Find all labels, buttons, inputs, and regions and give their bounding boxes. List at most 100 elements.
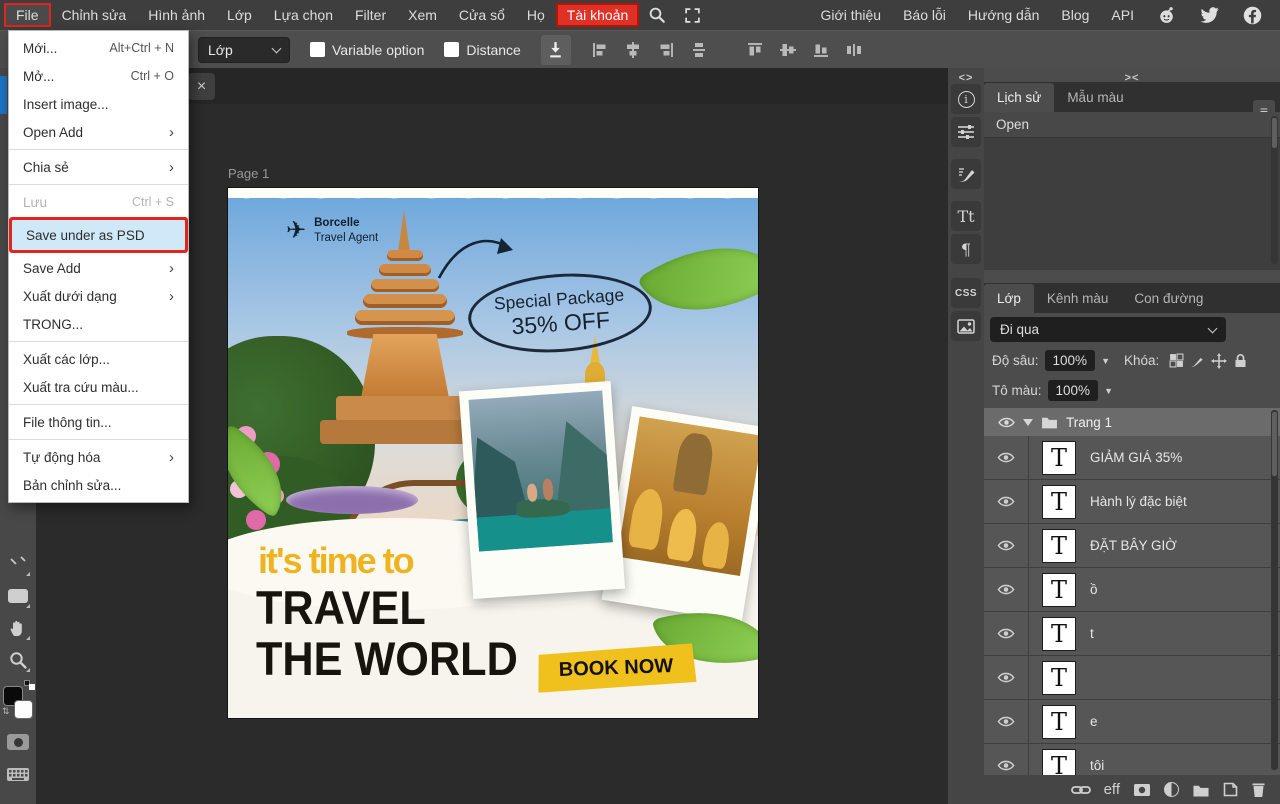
- menu-learn[interactable]: Hướng dẫn: [959, 3, 1048, 27]
- text-layer-thumbnail[interactable]: T: [1042, 749, 1076, 776]
- visibility-eye-icon[interactable]: [998, 416, 1015, 429]
- poster-page[interactable]: ✈ BorcelleTravel Agent Special Package 3…: [228, 188, 758, 718]
- file-menu-save-as-psd[interactable]: Save under as PSD: [12, 220, 185, 250]
- menu-image[interactable]: Hình ảnh: [137, 3, 216, 27]
- opacity-dropdown-icon[interactable]: ▼: [1101, 356, 1110, 366]
- group-name[interactable]: Trang 1: [1066, 415, 1112, 430]
- file-menu-export-as[interactable]: Xuất dưới dạng›: [9, 282, 188, 310]
- checkbox[interactable]: [444, 42, 459, 57]
- layer-row[interactable]: T e: [984, 700, 1280, 744]
- delete-layer-icon[interactable]: [1251, 782, 1266, 798]
- file-menu-export-layers[interactable]: Xuất các lớp...: [9, 345, 188, 373]
- text-layer-thumbnail[interactable]: T: [1042, 485, 1076, 519]
- visibility-eye-icon[interactable]: [984, 451, 1028, 464]
- visibility-eye-icon[interactable]: [984, 627, 1028, 640]
- layer-effects-button[interactable]: eff: [1104, 781, 1120, 798]
- file-menu-export-lut[interactable]: Xuất tra cứu màu...: [9, 373, 188, 401]
- quick-mask-tool[interactable]: [4, 728, 32, 756]
- menu-api[interactable]: API: [1102, 3, 1143, 27]
- distribute-horizontal-icon[interactable]: [845, 41, 863, 59]
- visibility-eye-icon[interactable]: [984, 583, 1028, 596]
- lock-transparency-icon[interactable]: [1169, 353, 1184, 368]
- variable-option-checkbox[interactable]: Variable option: [310, 42, 424, 58]
- link-layers-icon[interactable]: [1071, 784, 1091, 796]
- menu-window[interactable]: Cửa sổ: [448, 3, 516, 27]
- character-panel-button[interactable]: Tt: [951, 201, 981, 231]
- menu-view[interactable]: Xem: [397, 3, 448, 27]
- opacity-value[interactable]: 100%: [1045, 350, 1096, 371]
- reddit-icon[interactable]: [1156, 5, 1177, 25]
- lock-all-icon[interactable]: [1233, 353, 1248, 368]
- twitter-icon[interactable]: [1199, 5, 1220, 25]
- visibility-eye-icon[interactable]: [984, 715, 1028, 728]
- swap-colors-icon[interactable]: ⇅: [2, 706, 10, 717]
- blend-mode-select[interactable]: Đi qua: [990, 317, 1226, 342]
- menu-select[interactable]: Lựa chọn: [263, 3, 344, 27]
- layer-row[interactable]: T GIẢM GIÁ 35%: [984, 436, 1280, 480]
- align-left-icon[interactable]: [591, 41, 609, 59]
- menu-file[interactable]: File: [4, 3, 51, 27]
- menu-layer[interactable]: Lớp: [216, 3, 263, 27]
- expand-triangle-icon[interactable]: [1023, 419, 1033, 426]
- visibility-eye-icon[interactable]: [984, 539, 1028, 552]
- file-menu-new[interactable]: Mới...Alt+Ctrl + N: [9, 34, 188, 62]
- lock-pixels-icon[interactable]: [1190, 353, 1205, 368]
- layer-name[interactable]: ồ: [1090, 582, 1098, 597]
- menu-about[interactable]: Giới thiệu: [812, 3, 891, 27]
- visibility-eye-icon[interactable]: [984, 495, 1028, 508]
- menu-account[interactable]: Tài khoản: [556, 3, 639, 27]
- search-icon[interactable]: [648, 6, 666, 24]
- tab-layers[interactable]: Lớp: [984, 284, 1034, 313]
- css-panel-button[interactable]: css: [951, 278, 981, 308]
- lock-position-icon[interactable]: [1211, 353, 1227, 369]
- file-menu-share[interactable]: Chia sẻ›: [9, 153, 188, 181]
- fill-value[interactable]: 100%: [1048, 380, 1099, 401]
- layer-row[interactable]: T Hành lý đặc biệt: [984, 480, 1280, 524]
- zoom-tool[interactable]: [4, 646, 32, 674]
- distribute-vertical-icon[interactable]: [690, 41, 708, 59]
- color-swatches[interactable]: ⇅: [2, 680, 34, 722]
- layer-row[interactable]: T t: [984, 612, 1280, 656]
- background-color[interactable]: [14, 700, 33, 719]
- text-layer-thumbnail[interactable]: T: [1042, 573, 1076, 607]
- menu-filter[interactable]: Filter: [344, 3, 397, 27]
- text-layer-thumbnail[interactable]: T: [1042, 705, 1076, 739]
- text-layer-thumbnail[interactable]: T: [1042, 661, 1076, 695]
- file-menu-file-info[interactable]: File thông tin...: [9, 408, 188, 436]
- layer-row[interactable]: T: [984, 656, 1280, 700]
- menu-report[interactable]: Báo lỗi: [894, 3, 955, 27]
- file-menu-save-add[interactable]: Save Add›: [9, 254, 188, 282]
- fill-dropdown-icon[interactable]: ▼: [1104, 386, 1113, 396]
- fullscreen-icon[interactable]: [684, 7, 701, 24]
- visibility-eye-icon[interactable]: [984, 759, 1028, 772]
- text-layer-thumbnail[interactable]: T: [1042, 529, 1076, 563]
- add-mask-icon[interactable]: [1133, 783, 1151, 797]
- new-layer-icon[interactable]: [1223, 782, 1238, 797]
- text-layer-thumbnail[interactable]: T: [1042, 441, 1076, 475]
- file-menu-trong[interactable]: TRONG...: [9, 310, 188, 338]
- tab-paths[interactable]: Con đường: [1121, 284, 1216, 313]
- keyboard-shortcuts-icon[interactable]: [4, 760, 32, 788]
- layer-name[interactable]: ĐẶT BÂY GIỜ: [1090, 538, 1177, 553]
- file-menu-script[interactable]: Bản chỉnh sửa...: [9, 471, 188, 499]
- visibility-eye-icon[interactable]: [984, 671, 1028, 684]
- history-entry[interactable]: Open: [984, 112, 1280, 138]
- layer-name[interactable]: Hành lý đặc biệt: [1090, 494, 1187, 509]
- layer-row[interactable]: T ồ: [984, 568, 1280, 612]
- menu-edit[interactable]: Chỉnh sửa: [51, 3, 138, 27]
- hand-tool[interactable]: [4, 614, 32, 642]
- layer-name[interactable]: GIẢM GIÁ 35%: [1090, 450, 1182, 465]
- text-layer-thumbnail[interactable]: T: [1042, 617, 1076, 651]
- layer-name[interactable]: t: [1090, 626, 1094, 641]
- align-bottom-icon[interactable]: [812, 41, 830, 59]
- file-menu-open[interactable]: Mở...Ctrl + O: [9, 62, 188, 90]
- facebook-icon[interactable]: [1242, 5, 1263, 26]
- distance-checkbox[interactable]: Distance: [444, 42, 520, 58]
- layer-group-row[interactable]: Trang 1: [984, 408, 1280, 436]
- tab-history[interactable]: Lịch sử: [984, 83, 1054, 112]
- paragraph-panel-button[interactable]: ¶: [951, 234, 981, 264]
- adjustment-layer-icon[interactable]: [1164, 782, 1179, 797]
- shape-tool[interactable]: [4, 582, 32, 610]
- auto-select-download-button[interactable]: [541, 35, 571, 65]
- file-menu-insert-image[interactable]: Insert image...: [9, 90, 188, 118]
